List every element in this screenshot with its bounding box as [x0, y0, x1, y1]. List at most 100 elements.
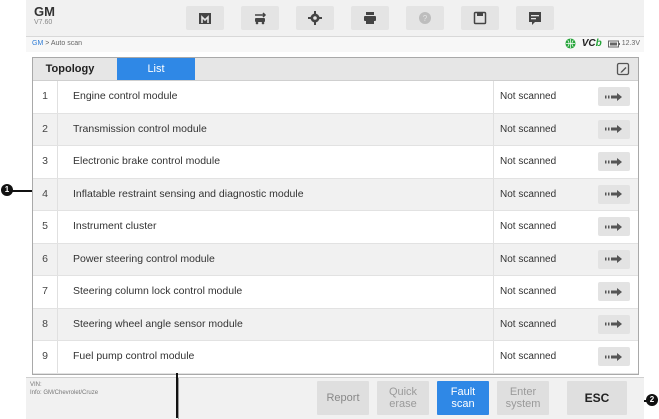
vehicle-info: VIN: Info: GM/Chevrolet/Cruze: [30, 381, 98, 397]
scan-status: Not scanned: [493, 146, 598, 178]
save-icon: [473, 11, 487, 25]
gear-icon: [308, 11, 322, 25]
tab-topology[interactable]: Topology: [33, 58, 107, 80]
report-button[interactable]: Report: [317, 381, 369, 415]
vin-label: VIN:: [30, 382, 42, 388]
scan-status: Not scanned: [493, 81, 598, 113]
fault-scan-label-line2: scan: [451, 398, 475, 410]
home-button[interactable]: [186, 6, 224, 30]
status-area: VCb 12.3V: [565, 38, 640, 49]
row-number: 4: [33, 178, 58, 210]
scan-status: Not scanned: [493, 113, 598, 145]
enter-module-button[interactable]: [598, 347, 630, 366]
scan-status: Not scanned: [493, 243, 598, 275]
network-icon: [565, 38, 576, 49]
module-name: Electronic brake control module: [73, 155, 221, 167]
enter-module-button[interactable]: [598, 314, 630, 334]
table-row: 7 Steering column lock control module Not …: [33, 276, 638, 309]
home-icon: [199, 13, 211, 24]
settings-button[interactable]: [296, 6, 334, 30]
enter-module-button[interactable]: [598, 152, 630, 171]
breadcrumb-root[interactable]: GM: [32, 40, 43, 47]
help-button[interactable]: ?: [406, 6, 444, 30]
table-row: 5 Instrument cluster Not scanned: [33, 211, 638, 244]
scan-status: Not scanned: [493, 308, 598, 340]
battery-icon: [607, 40, 620, 47]
esc-button-label: ESC: [584, 391, 610, 405]
scan-status: Not scanned: [493, 178, 598, 210]
breadcrumb: GM > Auto scan: [32, 40, 82, 47]
vehicle-info-text: Info: GM/Chevrolet/Cruze: [30, 390, 99, 396]
scan-status: Not scanned: [493, 276, 598, 308]
enter-system-label-line1: Enter: [509, 386, 537, 398]
module-name: Steering wheel angle sensor module: [73, 317, 243, 330]
callout-1: 1: [1, 184, 13, 196]
arrow-right-icon: [605, 125, 622, 133]
arrow-right-icon: [605, 190, 622, 198]
table-row: 4 Inflatable restraint sensing and diagno…: [33, 178, 638, 211]
module-name: Fuel pump control module: [73, 350, 195, 362]
printer-icon: [364, 12, 376, 24]
arrow-right-icon: [605, 352, 622, 361]
vci-status: VCb: [582, 38, 602, 49]
table-row: 1 Engine control module Not scanned: [33, 81, 638, 114]
enter-module-button[interactable]: [598, 249, 630, 269]
help-icon: ?: [419, 12, 431, 24]
brand-name: GM: [34, 4, 55, 19]
edit-icon[interactable]: [616, 62, 630, 76]
breadcrumb-bar: GM > Auto scan VCb 12.3V: [26, 37, 644, 52]
app-version: V7.60: [34, 19, 53, 26]
bottom-action-bar: VIN: Info: GM/Chevrolet/Cruze Report Qui…: [26, 377, 644, 419]
report-button-label: Report: [326, 392, 360, 404]
table-row: 9 Fuel pump control module Not scanned: [33, 341, 638, 374]
breadcrumb-current: Auto scan: [50, 40, 83, 47]
data-logging-icon: [529, 12, 541, 25]
enter-module-button[interactable]: [598, 87, 630, 106]
module-name: Engine control module: [73, 90, 178, 102]
tab-list[interactable]: List: [117, 58, 195, 80]
view-tabs: Topology List: [33, 58, 638, 81]
callout-leader-1-vertical: [176, 373, 178, 418]
row-number: 3: [33, 146, 58, 178]
table-row: 6 Power steering control module Not scanne…: [33, 243, 638, 276]
arrow-right-icon: [605, 157, 622, 166]
enter-module-button[interactable]: [598, 119, 630, 139]
enter-module-button[interactable]: [598, 282, 630, 301]
data-logging-button[interactable]: [516, 6, 554, 30]
row-number: 8: [33, 308, 58, 340]
enter-module-button[interactable]: [598, 184, 630, 204]
module-name: Transmission control module: [73, 122, 207, 135]
print-button[interactable]: [351, 6, 389, 30]
arrow-right-icon: [605, 287, 622, 296]
row-number: 5: [33, 211, 58, 243]
module-name: Instrument cluster: [73, 220, 157, 232]
scan-status: Not scanned: [493, 211, 598, 243]
save-button[interactable]: [461, 6, 499, 30]
callout-2: 2: [646, 394, 658, 406]
svg-text:?: ?: [423, 14, 428, 23]
quick-erase-button[interactable]: Quick erase: [377, 381, 429, 415]
module-table: 1 Engine control module Not scanned 2 Trans…: [33, 81, 638, 374]
table-row: 8 Steering wheel angle sensor module Not s…: [33, 308, 638, 341]
arrow-right-icon: [605, 222, 622, 231]
row-number: 9: [33, 341, 58, 373]
module-name: Inflatable restraint sensing and diagnos…: [73, 187, 304, 200]
esc-button[interactable]: ESC: [567, 381, 627, 415]
vci-connected-mark: b: [595, 38, 602, 49]
callout-leader-1: [12, 190, 32, 192]
fault-scan-button[interactable]: Fault scan: [437, 381, 489, 415]
divider: [178, 378, 179, 419]
row-number: 7: [33, 276, 58, 308]
enter-module-button[interactable]: [598, 217, 630, 236]
row-number: 6: [33, 243, 58, 275]
quick-erase-label-line1: Quick: [388, 386, 418, 398]
table-row: 3 Electronic brake control module Not scan…: [33, 146, 638, 179]
module-name: Steering column lock control module: [73, 285, 243, 297]
breadcrumb-separator: >: [43, 40, 51, 47]
battery-voltage-value: 12.3V: [621, 40, 640, 47]
vehicle-swap-button[interactable]: [241, 6, 279, 30]
brand: GM V7.60: [34, 5, 55, 27]
vci-label: VC: [581, 38, 596, 49]
enter-system-button[interactable]: Enter system: [497, 381, 549, 415]
module-name: Power steering control module: [73, 252, 215, 265]
